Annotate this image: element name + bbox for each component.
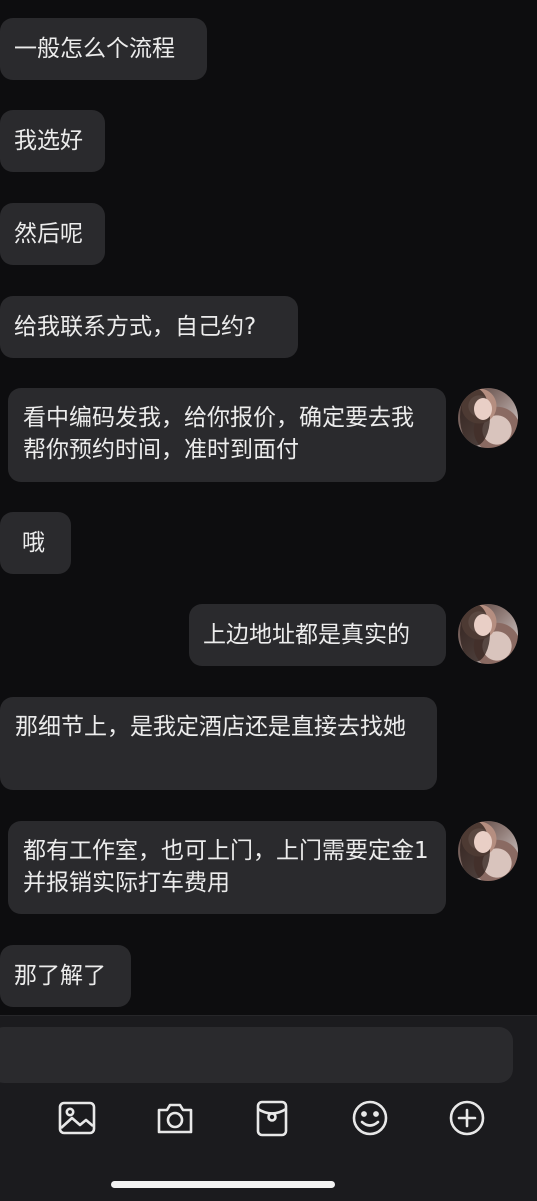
home-indicator[interactable] (111, 1181, 335, 1188)
emoji-icon[interactable] (348, 1096, 392, 1140)
message-bubble[interactable]: 然后呢 (0, 203, 105, 265)
message-bubble[interactable]: 哦 (0, 512, 71, 574)
message-bubble[interactable]: 看中编码发我，给你报价，确定要去我帮你预约时间，准时到面付 (8, 388, 446, 482)
avatar[interactable] (458, 604, 518, 664)
message-bubble[interactable]: 一般怎么个流程 (0, 18, 207, 80)
avatar[interactable] (458, 388, 518, 448)
red-packet-icon[interactable] (250, 1096, 294, 1140)
chat-area: 一般怎么个流程 我选好 然后呢 给我联系方式，自己约? 看中编码发我，给你报价，… (0, 0, 537, 1015)
add-icon[interactable] (445, 1096, 489, 1140)
message-bubble[interactable]: 上边地址都是真实的 (189, 604, 446, 666)
message-input[interactable] (0, 1027, 513, 1083)
message-bubble[interactable]: 我选好 (0, 110, 105, 172)
message-bubble[interactable]: 给我联系方式，自己约? (0, 296, 298, 358)
avatar[interactable] (458, 821, 518, 881)
message-bubble[interactable]: 都有工作室，也可上门，上门需要定金1并报销实际打车费用 (8, 821, 446, 914)
camera-icon[interactable] (153, 1096, 197, 1140)
message-bubble[interactable]: 那了解了 (0, 945, 131, 1007)
message-bubble[interactable]: 那细节上，是我定酒店还是直接去找她 (0, 697, 437, 790)
composer-bar (0, 1015, 537, 1201)
image-icon[interactable] (55, 1096, 99, 1140)
